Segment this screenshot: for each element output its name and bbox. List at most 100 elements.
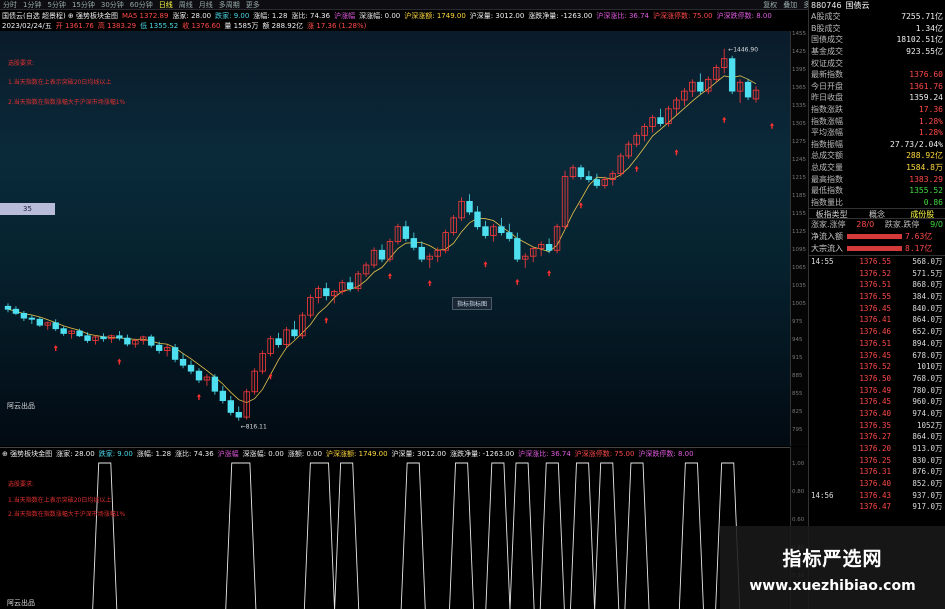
info-item: 深涨幅: 0.00 (359, 12, 401, 20)
candle-body (346, 282, 354, 290)
tick-unit: 万 (935, 408, 943, 418)
period-tab[interactable]: 30分钟 (98, 0, 127, 9)
sub-note-title: 选股要求: (8, 481, 35, 488)
buy-signal-arrow (515, 278, 520, 285)
info-item: 涨家: 28.00 (56, 449, 95, 458)
candle-body (100, 336, 107, 340)
toolbar-button[interactable]: 叠加 (780, 0, 800, 9)
tick-volume: 852.0 (912, 479, 935, 489)
tick-row: 1376.51 868.0 万 (809, 279, 945, 291)
candle-body (155, 344, 163, 351)
info-item: 沪深跌停数: 8.00 (638, 449, 694, 458)
toolbar-button[interactable]: 复权 (760, 0, 780, 9)
period-tab[interactable]: 分时 (0, 0, 20, 9)
stat-row: 昨日收盘 1359.24 (809, 92, 945, 104)
period-tab[interactable]: 1分钟 (20, 0, 44, 9)
info-item: 额 288.92亿 (262, 22, 304, 30)
stat-value: 0.86 (923, 197, 943, 207)
tick-price: 1376.20 (859, 444, 891, 454)
tick-row: 14:55 1376.55 568.0 万 (809, 256, 945, 268)
tick-list[interactable]: 14:55 1376.55 568.0 万 1376.52 571.5 万 1376.51 86… (809, 254, 945, 513)
main-kline-chart[interactable]: ←1446.90 ←816.11 选股要求: 1.当天指数在上表示突破20日均线以… (0, 31, 790, 446)
tick-row: 1376.45 840.0 万 (809, 302, 945, 314)
candle-body (498, 226, 505, 234)
stat-value: 1.28% (918, 128, 943, 138)
info-item: 涨 17.36 (1.28%) (307, 22, 367, 30)
tick-price: 1376.35 (859, 420, 891, 430)
period-tab[interactable]: 5分钟 (44, 0, 68, 9)
kline-svg[interactable]: ←1446.90 ←816.11 (0, 31, 790, 446)
buy-signal-arrow (53, 344, 58, 351)
info-item: 涨比: 74.36 (291, 12, 331, 20)
stat-row: 国债成交 18102.51亿 (809, 34, 945, 46)
stat-value: 1584.8万 (906, 163, 943, 173)
tick-price: 1376.43 (859, 490, 891, 500)
info-item: 沪深量: 3012.00 (469, 12, 525, 20)
period-tab[interactable]: 更多 (243, 0, 263, 9)
candle-body (20, 312, 28, 319)
tick-unit: 万 (935, 490, 943, 500)
tick-row: 1376.52 571.5 万 (809, 267, 945, 279)
period-tab[interactable]: 15分钟 (69, 0, 98, 9)
indicator-info-line: 国债云(自选 超景程) ⊕ 强势板块金图 MA5 1372.89 涨家: 28.00… (0, 11, 790, 21)
period-tab[interactable]: 60分钟 (127, 0, 156, 9)
price-tick: 795 (792, 427, 803, 433)
period-tab[interactable]: 日线 (156, 0, 176, 9)
info-item: 高 1383.29 (97, 22, 137, 30)
candle-body (378, 249, 386, 260)
tick-unit: 万 (935, 327, 943, 337)
tick-volume: 830.0 (912, 455, 935, 465)
panel-tabs: 板指类型 概念 成份股 (809, 208, 945, 220)
tick-time: 14:55 (811, 257, 834, 267)
stat-label: 最低指数 (811, 186, 843, 196)
period-tab[interactable]: 月线 (196, 0, 216, 9)
signal-spike (449, 462, 475, 609)
tick-unit: 万 (935, 432, 943, 442)
stat-row: 最新指数 1376.60 (809, 69, 945, 81)
tick-row: 1376.25 830.0 万 (809, 454, 945, 466)
info-item: 沪深涨额: 1749.00 (404, 12, 466, 20)
tick-price: 1376.27 (859, 432, 891, 442)
price-tick: 1335 (792, 103, 806, 109)
tick-time: 14:56 (811, 490, 834, 500)
candle-body (291, 329, 298, 337)
panel-tab[interactable]: 成份股 (900, 209, 945, 219)
info-item: 沪深跌停数: 8.00 (716, 12, 772, 20)
tick-row: 1376.31 876.0 万 (809, 466, 945, 478)
sub-indicator-svg[interactable] (0, 459, 790, 609)
tick-volume: 571.5 (912, 268, 935, 278)
value-badge: 35 (0, 203, 55, 215)
tick-unit: 万 (935, 373, 943, 383)
info-item: ⊕ 强势板块金图 (2, 449, 53, 458)
info-item: 深涨幅: 0.00 (242, 449, 284, 458)
sub-indicator-chart[interactable]: 选股要求: 1.当天指数在上表示突破20日均线以上 2.当天指数在指数涨幅大于沪… (0, 459, 790, 609)
candle-body (235, 412, 242, 418)
signal-spike (485, 462, 511, 609)
info-item: 沪深涨停数: 75.00 (574, 449, 635, 458)
info-item: 开 1361.76 (55, 22, 94, 30)
tick-price: 1376.51 (859, 280, 891, 290)
tick-volume: 768.0 (912, 373, 935, 383)
buy-signal-arrow (578, 202, 583, 209)
candle-body (585, 176, 593, 180)
panel-tab[interactable]: 概念 (854, 209, 899, 219)
tick-volume: 868.0 (912, 280, 935, 290)
tick-row: 14:56 1376.43 937.0 万 (809, 489, 945, 501)
info-item: 收 1376.60 (182, 22, 221, 30)
period-tab[interactable]: 周线 (176, 0, 196, 9)
tick-unit: 万 (935, 280, 943, 290)
stat-label: 指数振幅 (811, 139, 843, 149)
tick-unit: 万 (935, 268, 943, 278)
candle-body (744, 81, 752, 98)
tick-row: 1376.45 678.0 万 (809, 349, 945, 361)
panel-tab[interactable]: 板指类型 (809, 209, 854, 219)
index-title: 880746 国债云 (809, 0, 945, 11)
candle-body (410, 238, 418, 248)
info-item: 2023/02/24/五 (2, 22, 52, 30)
info-item: 沪涨幅 (334, 12, 356, 20)
period-tab[interactable]: 多周期 (216, 0, 243, 9)
tick-price: 1376.46 (859, 327, 891, 337)
candle-body (52, 322, 59, 330)
brand-label: 阿云出品 (7, 402, 35, 410)
tick-volume: 1010 (916, 362, 935, 372)
